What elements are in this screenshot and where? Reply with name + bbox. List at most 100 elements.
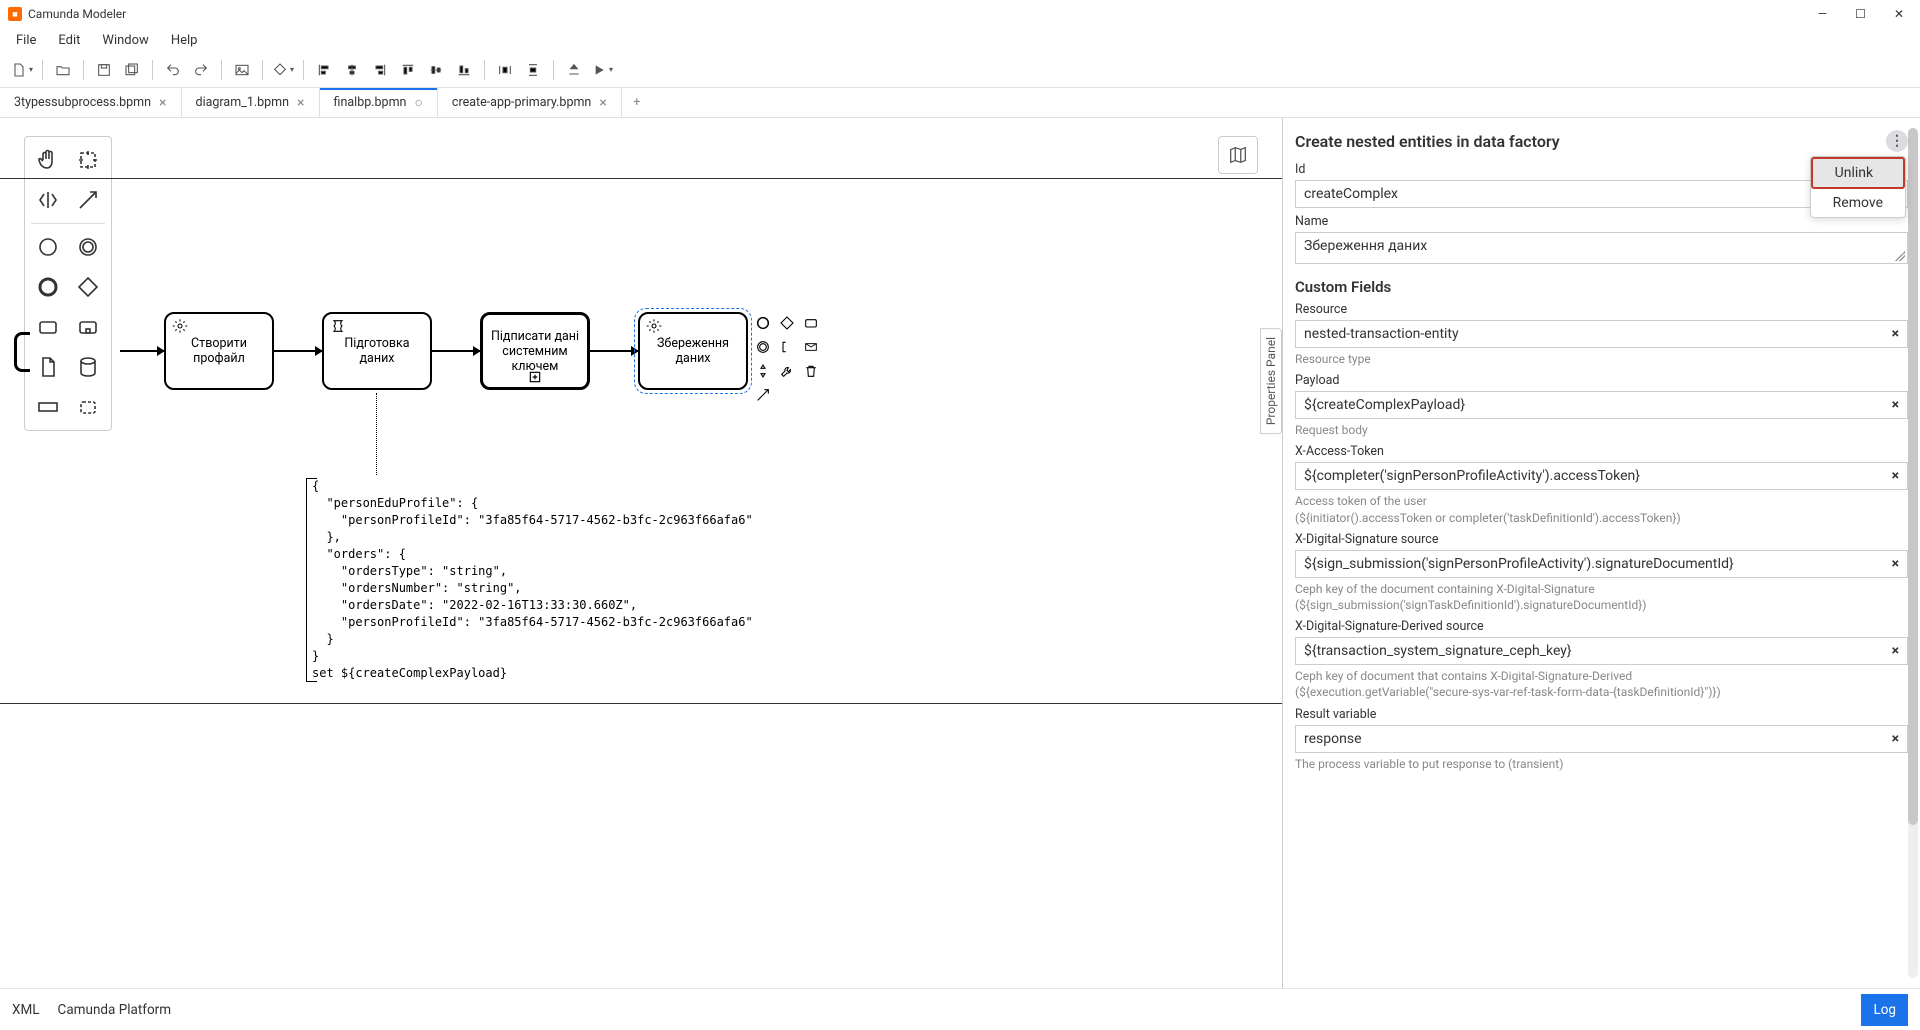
- result-input[interactable]: response×: [1295, 725, 1908, 753]
- custom-fields-header: Custom Fields: [1295, 278, 1908, 296]
- dist-v-button[interactable]: [521, 58, 545, 82]
- canvas[interactable]: Створити профайл Підготовка даних Підпис…: [0, 118, 1282, 988]
- token-hint: Access token of the user (${initiator().…: [1295, 493, 1908, 525]
- maximize-button[interactable]: ☐: [1855, 7, 1866, 21]
- close-window-button[interactable]: ✕: [1894, 7, 1904, 21]
- run-button[interactable]: ▾: [590, 58, 614, 82]
- statusbar: XML Camunda Platform Log: [0, 988, 1920, 1030]
- menu-edit[interactable]: Edit: [48, 31, 90, 50]
- template-context-menu: Unlink Remove: [1810, 156, 1906, 218]
- resource-label: Resource: [1295, 302, 1908, 317]
- connect-icon[interactable]: [752, 384, 774, 406]
- new-file-button[interactable]: ▾: [10, 58, 34, 82]
- unlink-menu-item[interactable]: Unlink: [1811, 157, 1905, 189]
- wrench-icon[interactable]: [776, 360, 798, 382]
- gear-icon: [646, 318, 662, 334]
- clear-icon[interactable]: ×: [1892, 643, 1899, 659]
- clear-icon[interactable]: ×: [1892, 731, 1899, 747]
- properties-panel-toggle[interactable]: Properties Panel: [1260, 328, 1282, 434]
- task-prepare-data[interactable]: Підготовка даних: [322, 312, 432, 390]
- clear-icon[interactable]: ×: [1892, 397, 1899, 413]
- redo-button[interactable]: [189, 58, 213, 82]
- align-top-button[interactable]: [396, 58, 420, 82]
- tab-diagram1[interactable]: diagram_1.bpmn×: [182, 88, 320, 117]
- delete-icon[interactable]: [800, 360, 822, 382]
- undo-button[interactable]: [161, 58, 185, 82]
- seq-flow[interactable]: [274, 350, 322, 352]
- clear-icon[interactable]: ×: [1892, 326, 1899, 342]
- plus-marker-icon: [528, 370, 542, 384]
- task-create-profile[interactable]: Створити профайл: [164, 312, 274, 390]
- align-middle-button[interactable]: [424, 58, 448, 82]
- task-sign-data[interactable]: Підписати дані системним ключем: [480, 312, 590, 390]
- sigd-hint: Ceph key of document that contains X-Dig…: [1295, 668, 1908, 700]
- dist-h-button[interactable]: [493, 58, 517, 82]
- menu-help[interactable]: Help: [161, 31, 208, 50]
- window-controls: — ☐ ✕: [1818, 7, 1912, 21]
- close-icon[interactable]: ×: [599, 95, 606, 111]
- token-label: X-Access-Token: [1295, 444, 1908, 459]
- gear-icon: [172, 318, 188, 334]
- append-message[interactable]: [800, 336, 822, 358]
- sig-label: X-Digital-Signature source: [1295, 532, 1908, 547]
- sigd-label: X-Digital-Signature-Derived source: [1295, 619, 1908, 634]
- append-annotation[interactable]: [776, 336, 798, 358]
- more-menu-button[interactable]: ⋮: [1886, 130, 1908, 152]
- selection-outline: Збереження даних: [634, 308, 752, 394]
- color-button[interactable]: ▾: [271, 58, 295, 82]
- status-platform[interactable]: Camunda Platform: [58, 1002, 172, 1018]
- save-button[interactable]: [92, 58, 116, 82]
- app-icon: ■: [8, 7, 22, 21]
- menu-file[interactable]: File: [6, 31, 46, 50]
- start-event[interactable]: [14, 332, 30, 372]
- menu-window[interactable]: Window: [92, 31, 158, 50]
- context-pad: [752, 312, 822, 406]
- name-input[interactable]: Збереження даних: [1295, 232, 1908, 264]
- seq-flow[interactable]: [590, 350, 638, 352]
- change-type[interactable]: [752, 360, 774, 382]
- clear-icon[interactable]: ×: [1892, 556, 1899, 572]
- properties-panel: Create nested entities in data factory ⋮…: [1282, 118, 1920, 988]
- new-tab-button[interactable]: +: [622, 88, 652, 117]
- align-right-button[interactable]: [368, 58, 392, 82]
- tabs: 3typessubprocess.bpmn× diagram_1.bpmn× f…: [0, 88, 1920, 118]
- clear-icon[interactable]: ×: [1892, 468, 1899, 484]
- align-center-button[interactable]: [340, 58, 364, 82]
- save-all-button[interactable]: [120, 58, 144, 82]
- diagram: Створити профайл Підготовка даних Підпис…: [0, 118, 1282, 988]
- log-button[interactable]: Log: [1861, 994, 1908, 1026]
- tab-create-app-primary[interactable]: create-app-primary.bpmn×: [438, 88, 622, 117]
- sigd-input[interactable]: ${transaction_system_signature_ceph_key}…: [1295, 637, 1908, 665]
- close-icon[interactable]: ×: [159, 95, 166, 111]
- content: Створити профайл Підготовка даних Підпис…: [0, 118, 1920, 988]
- append-task[interactable]: [800, 312, 822, 334]
- task-save-data[interactable]: Збереження даних: [638, 312, 748, 390]
- align-left-button[interactable]: [312, 58, 336, 82]
- unsaved-dot-icon: ○: [414, 94, 422, 111]
- text-annotation[interactable]: { "personEduProfile": { "personProfileId…: [312, 478, 753, 682]
- scrollbar-thumb[interactable]: [1908, 128, 1918, 825]
- scrollbar[interactable]: [1908, 128, 1918, 978]
- resource-input[interactable]: nested-transaction-entity×: [1295, 320, 1908, 348]
- seq-flow[interactable]: [432, 350, 480, 352]
- image-button[interactable]: [230, 58, 254, 82]
- minimize-button[interactable]: —: [1818, 7, 1827, 21]
- tab-3typessubprocess[interactable]: 3typessubprocess.bpmn×: [0, 88, 182, 117]
- tab-finalbp[interactable]: finalbp.bpmn○: [320, 88, 438, 117]
- panel-title: Create nested entities in data factory ⋮: [1295, 130, 1908, 152]
- open-button[interactable]: [51, 58, 75, 82]
- close-icon[interactable]: ×: [297, 95, 304, 111]
- association-line: [376, 393, 377, 475]
- align-bottom-button[interactable]: [452, 58, 476, 82]
- token-input[interactable]: ${completer('signPersonProfileActivity')…: [1295, 462, 1908, 490]
- append-gateway[interactable]: [776, 312, 798, 334]
- append-end-event[interactable]: [752, 312, 774, 334]
- payload-input[interactable]: ${createComplexPayload}×: [1295, 391, 1908, 419]
- remove-menu-item[interactable]: Remove: [1811, 189, 1905, 217]
- deploy-button[interactable]: [562, 58, 586, 82]
- menubar: File Edit Window Help: [0, 28, 1920, 52]
- status-xml[interactable]: XML: [12, 1002, 40, 1018]
- sig-input[interactable]: ${sign_submission('signPersonProfileActi…: [1295, 550, 1908, 578]
- seq-flow[interactable]: [120, 350, 164, 352]
- append-inter-event[interactable]: [752, 336, 774, 358]
